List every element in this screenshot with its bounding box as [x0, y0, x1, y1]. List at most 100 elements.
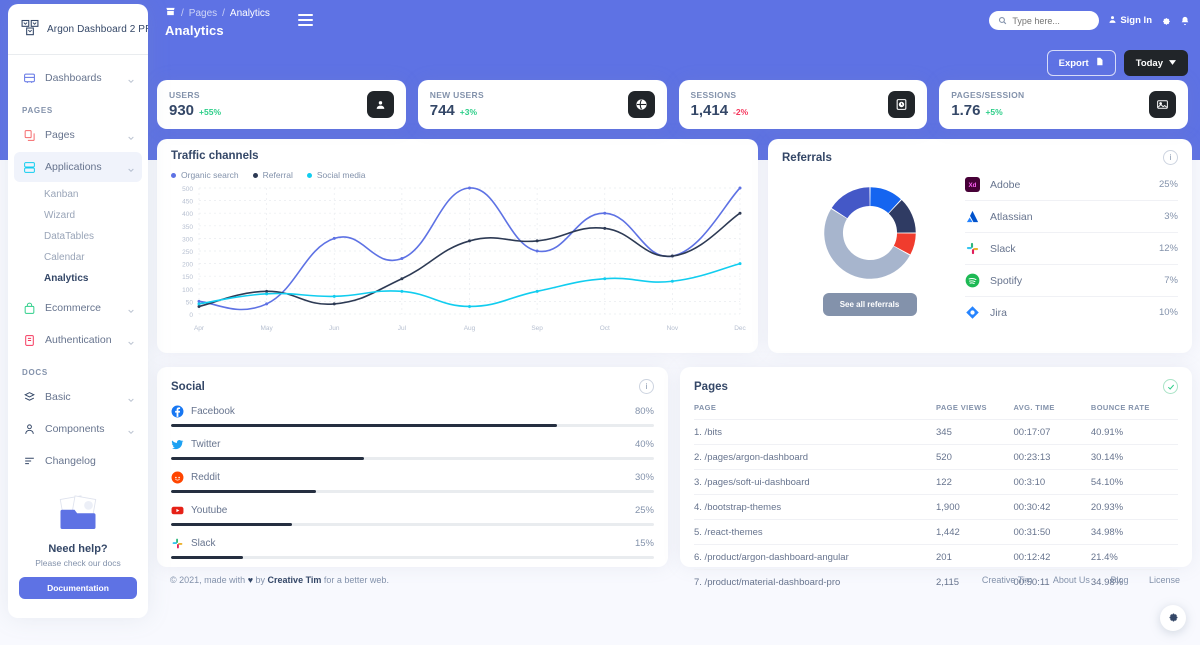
progress-track — [171, 457, 654, 460]
table-cell: 34.98% — [1090, 519, 1178, 545]
svg-text:Dec: Dec — [734, 325, 746, 332]
svg-text:400: 400 — [182, 211, 193, 218]
sidebar-item-pages[interactable]: Pages — [14, 120, 142, 150]
svg-text:May: May — [260, 325, 273, 332]
navbar-right: Sign In — [989, 11, 1190, 30]
chart-legend: Organic search Referral Social media — [171, 170, 744, 180]
table-cell: 00:30:42 — [1013, 494, 1091, 520]
legend-item-social-media[interactable]: Social media — [306, 170, 366, 180]
pages-icon — [21, 127, 37, 143]
table-row[interactable]: 6. /product/argon-dashboard-angular 201 00… — [694, 544, 1178, 570]
table-row[interactable]: 3. /pages/soft-ui-dashboard 122 00:3:10 54.… — [694, 469, 1178, 495]
documentation-button[interactable]: Documentation — [19, 577, 137, 599]
sidebar-item-changelog[interactable]: Changelog — [14, 446, 142, 476]
sidebar-subitem-datatables[interactable]: DataTables — [14, 226, 142, 247]
clock-icon — [888, 91, 916, 118]
table-cell: 122 — [936, 469, 1014, 495]
table-cell: 1. /bits — [694, 419, 936, 445]
sidebar-subitem-wizard[interactable]: Wizard — [14, 205, 142, 226]
footer-link-license[interactable]: License — [1149, 575, 1180, 585]
adobe-xd-icon: Xd — [965, 177, 980, 192]
svg-text:200: 200 — [182, 262, 193, 269]
footer-link-creative-tim[interactable]: Creative Tim — [982, 575, 1033, 585]
bell-icon[interactable] — [1180, 16, 1190, 26]
chevron-down-icon — [127, 131, 135, 141]
sidebar-item-label: Components — [45, 423, 105, 435]
see-all-referrals-button[interactable]: See all referrals — [822, 293, 917, 316]
breadcrumb-block: / Pages / Analytics Analytics — [165, 6, 270, 39]
info-icon[interactable]: i — [1163, 150, 1178, 165]
chevron-down-icon — [127, 393, 135, 403]
referral-row[interactable]: Atlassian 3% — [965, 201, 1178, 233]
table-row[interactable]: 4. /bootstrap-themes 1,900 00:30:42 20.93% — [694, 494, 1178, 520]
breadcrumb-parent[interactable]: Pages — [189, 8, 217, 19]
sidebar-item-label: Pages — [45, 129, 75, 141]
sidebar-subitem-analytics[interactable]: Analytics — [14, 268, 142, 289]
stat-value: 1.76 — [951, 102, 981, 119]
social-pct: 15% — [634, 538, 654, 549]
footer-link-blog[interactable]: Blog — [1110, 575, 1128, 585]
info-icon[interactable]: i — [639, 379, 654, 394]
brand[interactable]: Argon Dashboard 2 PRO — [8, 4, 148, 55]
search-box[interactable] — [989, 11, 1100, 30]
stat-value: 1,414 — [690, 102, 729, 119]
referral-row[interactable]: Xd Adobe 25% — [965, 169, 1178, 201]
breadcrumb-sep: / — [181, 7, 184, 19]
table-cell: 345 — [936, 419, 1014, 445]
table-row[interactable]: 2. /pages/argon-dashboard 520 00:23:13 30.1… — [694, 444, 1178, 470]
sidebar-nav: Dashboards PAGES Pages Applications Kanb… — [8, 55, 148, 476]
legend-item-referral[interactable]: Referral — [252, 170, 293, 180]
sidebar-item-label: Dashboards — [45, 72, 102, 84]
pages-table: PAGE PAGE VIEWS AVG. TIME BOUNCE RATE 1.… — [694, 403, 1178, 594]
referral-row[interactable]: Slack 12% — [965, 233, 1178, 265]
shop-icon[interactable] — [165, 6, 176, 20]
sidebar-section-docs: DOCS — [22, 368, 48, 377]
table-cell: 20.93% — [1090, 494, 1178, 520]
sidebar-item-authentication[interactable]: Authentication — [14, 325, 142, 355]
sign-in-button[interactable]: Sign In — [1108, 15, 1152, 27]
export-button[interactable]: Export — [1046, 50, 1116, 76]
social-pct: 30% — [634, 472, 654, 483]
page-title: Analytics — [165, 23, 224, 38]
footer-copyright: © 2021, made with ♥ by Creative Tim for … — [170, 575, 389, 585]
company-name[interactable]: Creative Tim — [268, 575, 322, 585]
action-buttons: Export Today — [1046, 50, 1188, 76]
sidebar-subitem-kanban[interactable]: Kanban — [14, 184, 142, 205]
table-cell: 30.14% — [1090, 444, 1178, 470]
sidebar-item-applications[interactable]: Applications — [14, 152, 142, 182]
breadcrumb: / Pages / Analytics — [165, 6, 270, 20]
sidebar-item-dashboards[interactable]: Dashboards — [14, 63, 142, 93]
progress-track — [171, 523, 654, 526]
table-row[interactable]: 1. /bits 345 00:17:07 40.91% — [694, 419, 1178, 445]
sidebar-item-ecommerce[interactable]: Ecommerce — [14, 293, 142, 323]
hamburger-icon[interactable] — [297, 14, 313, 38]
table-row[interactable]: 5. /react-themes 1,442 00:31:50 34.98% — [694, 519, 1178, 545]
stat-cards: USERS 930 +55% NEW USERS 744 +3% SESSION… — [157, 80, 1188, 129]
sidebar-item-basic[interactable]: Basic — [14, 382, 142, 412]
today-label: Today — [1135, 57, 1163, 69]
legend-label: Referral — [262, 170, 293, 180]
legend-item-organic-search[interactable]: Organic search — [171, 170, 239, 180]
changelog-icon — [21, 453, 37, 469]
table-cell: 1,900 — [936, 494, 1014, 520]
search-input[interactable] — [1012, 15, 1091, 26]
settings-fab-button[interactable] — [1160, 605, 1186, 631]
referrals-card: Referrals i See all referrals Xd Adobe 2… — [768, 139, 1192, 353]
export-label: Export — [1058, 57, 1089, 69]
footer-link-about-us[interactable]: About Us — [1053, 575, 1090, 585]
traffic-line-chart: 0 50 100 150 200 250 300 350 400 450 500 Apr May Jun J… — [182, 186, 746, 332]
referral-pct: 12% — [1158, 243, 1178, 254]
gear-icon[interactable] — [1161, 16, 1171, 26]
stat-card-sessions: SESSIONS 1,414 -2% — [678, 80, 928, 129]
referral-row[interactable]: Spotify 7% — [965, 265, 1178, 297]
chevron-down-icon — [1169, 58, 1176, 69]
referral-row[interactable]: Jira 10% — [965, 297, 1178, 328]
svg-text:0: 0 — [189, 312, 193, 319]
check-circle-icon[interactable] — [1163, 379, 1178, 394]
table-cell: 00:23:13 — [1013, 444, 1091, 470]
today-button[interactable]: Today — [1123, 50, 1188, 76]
facebook-icon — [171, 405, 184, 418]
sidebar-item-components[interactable]: Components — [14, 414, 142, 444]
slack-icon — [965, 241, 980, 256]
sidebar-subitem-calendar[interactable]: Calendar — [14, 247, 142, 268]
